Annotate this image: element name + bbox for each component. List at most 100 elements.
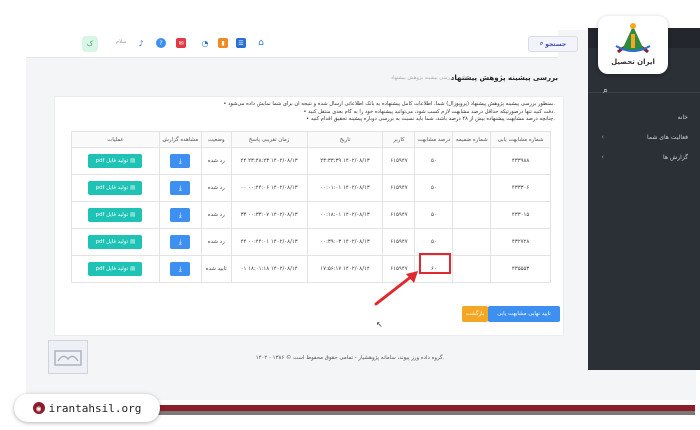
cell-percent: ۵۰ [414, 201, 454, 229]
cell-status: رد شده [200, 147, 232, 175]
generate-pdf-button[interactable]: ▤ تولید فایل pdf [88, 235, 143, 249]
note-item: • دقت کنید تنها درصورتیکه حداقل درصد مشا… [303, 108, 555, 115]
website-url: irantahsil.org [48, 401, 142, 415]
cell-attach [452, 147, 492, 175]
table-row: ۴۳۳۰۱۵ ۵۰ ۶۱۵۹۴۷ ۱۴۰۲/۰۸/۱۳ ۰۰:۱۸:۰۱ ۱۴۰… [71, 201, 551, 229]
globe-icon: ◉ [32, 402, 45, 414]
note-item: • بمنظور بررسی پیشینه پژوهش پیشنهاد (پرو… [223, 101, 555, 107]
cell-user: ۶۱۵۹۴۷ [382, 147, 416, 175]
pdf-button-label: تولید فایل pdf [95, 239, 129, 245]
download-icon[interactable]: ⤓ [170, 208, 191, 222]
website-badge[interactable]: ◉ irantahsil.org [14, 394, 160, 422]
generate-pdf-button[interactable]: ▤ تولید فایل pdf [88, 208, 143, 222]
cell-date: ۱۴۰۲/۰۸/۱۳ ۰۰:۰۱:۰۱ [306, 174, 384, 202]
file-icon: ▤ [130, 266, 136, 272]
cell-status: رد شده [200, 201, 232, 229]
cell-response: ۱۴۰۲/۰۸/۱۳ ۰۰:۴۴:۰۶ ۰۰ [230, 174, 308, 202]
cell-attach [452, 174, 492, 202]
bell-icon[interactable]: ♪ [136, 38, 146, 48]
cell-view: ⤓ [158, 228, 202, 256]
red-arrow [374, 271, 418, 306]
sidebar-item-reports[interactable]: گزارش ها [663, 154, 688, 161]
cell-user: ۶۱۵۹۴۷ [382, 201, 416, 229]
search-label: جستجو [545, 40, 567, 48]
cell-date: ۱۴۰۲/۰۸/۱۳ ۰۰:۳۹:۰۳ [306, 228, 384, 256]
help-icon[interactable]: ? [156, 38, 166, 48]
sidebar-item-home[interactable]: خانه [678, 114, 688, 121]
generate-pdf-button[interactable]: ▤ تولید فایل pdf [88, 262, 143, 276]
cell-attach [452, 255, 492, 283]
final-approve-button[interactable]: تایید نهایی مشابهت یابی [488, 306, 560, 322]
brand-logo-card: ایران تحصیل [598, 16, 668, 74]
table-row: ۴۳۵۵۵۳ ۶۰ ۶۱۵۹۴۷ ۱۴۰۲/۰۸/۱۴ ۱۷:۵۶:۱۷ ۱۴۰… [71, 255, 551, 283]
chevron-left-icon: ‹ [601, 133, 604, 141]
pdf-button-label: تولید فایل pdf [95, 266, 129, 272]
search-icon: ⌕ [539, 40, 544, 47]
sidebar [588, 28, 700, 370]
generate-pdf-button[interactable]: ▤ تولید فایل pdf [88, 181, 143, 195]
title-bar: بررسی پیشینه پژوهش پیشنهاد خانه › بررسی … [54, 72, 558, 86]
cell-id: ۴۳۲۷۲۸ [490, 228, 551, 256]
cell-status: رد شده [200, 228, 232, 256]
cell-date: ۱۴۰۲/۰۸/۱۳ ۰۰:۱۸:۰۱ [306, 201, 384, 229]
footer-copyright: ۱۴۰۲ - ۱۳۸۶ © گروه داده ورز پیوند، سامان… [255, 355, 445, 361]
mail-icon[interactable]: ✉ [176, 38, 186, 48]
cell-view: ⤓ [158, 201, 202, 229]
frame-left [0, 0, 24, 430]
cell-actions: ▤ تولید فایل pdf [71, 174, 160, 202]
cell-actions: ▤ تولید فایل pdf [71, 228, 160, 256]
sidebar-item-activities[interactable]: فعالیت های شما [647, 134, 688, 141]
search-button[interactable]: ⌕ جستجو [528, 36, 578, 52]
home-icon[interactable]: ⌂ [256, 38, 266, 48]
file-icon: ▤ [130, 158, 136, 164]
results-table: شماره مشابهت یابی شماره ضمیمه درصد مشابه… [71, 131, 551, 283]
cell-view: ⤓ [158, 174, 202, 202]
sidebar-search-icon[interactable]: ⌕ [603, 86, 608, 96]
cell-response: ۱۴۰۲/۰۸/۱۳ ۲۳:۴۸:۲۳ ۴۴ [230, 147, 308, 175]
generate-pdf-button[interactable]: ▤ تولید فایل pdf [88, 154, 143, 168]
pdf-button-label: تولید فایل pdf [95, 212, 129, 218]
back-button[interactable]: بازگشت [462, 306, 488, 322]
download-icon[interactable]: ⤓ [170, 235, 191, 249]
col-header: درصد مشابهت [414, 131, 454, 148]
chevron-left-icon: ‹ [601, 153, 604, 161]
cell-actions: ▤ تولید فایل pdf [71, 147, 160, 175]
table-row: ۴۳۳۹۸۸ ۵۰ ۶۱۵۹۴۷ ۱۴۰۲/۰۸/۱۳ ۲۳:۳۳:۳۹ ۱۴۰… [71, 147, 551, 175]
cell-percent: ۵۰ [414, 228, 454, 256]
watermark-icon [54, 350, 82, 366]
download-icon[interactable]: ⤓ [170, 181, 191, 195]
cell-response: ۱۴۰۲/۰۸/۱۴ ۱۸:۰۱:۱۸ ۰۱ [230, 255, 308, 283]
download-icon[interactable]: ⤓ [170, 262, 191, 276]
cell-response: ۱۴۰۲/۰۸/۱۳ ۰۰:۳۳:۰۷ ۳۳ [230, 201, 308, 229]
cell-view: ⤓ [158, 255, 202, 283]
file-icon: ▤ [130, 212, 136, 218]
gray-stripe [150, 411, 695, 415]
bookmark-icon[interactable]: ▮ [218, 38, 228, 48]
brand-logo-icon [615, 23, 651, 54]
list-icon[interactable]: ☰ [236, 38, 246, 48]
col-header: عملیات [71, 131, 160, 148]
pdf-button-label: تولید فایل pdf [95, 185, 129, 191]
table-row: ۴۳۲۷۲۸ ۵۰ ۶۱۵۹۴۷ ۱۴۰۲/۰۸/۱۳ ۰۰:۳۹:۰۳ ۱۴۰… [71, 228, 551, 256]
top-header: ⌕ جستجو ⌂ ☰ ▮ ◔ ✉ ? ♪ سلام ک [26, 30, 578, 58]
watermark-logo [48, 340, 88, 374]
cell-user: ۶۱۵۹۴۷ [382, 174, 416, 202]
frame-top [0, 0, 700, 22]
notes-list: • بمنظور بررسی پیشینه پژوهش پیشنهاد (پرو… [65, 101, 555, 124]
cell-date: ۱۴۰۲/۰۸/۱۳ ۲۳:۳۳:۳۹ [306, 147, 384, 175]
headset-icon[interactable]: ◔ [200, 38, 210, 48]
cell-view: ⤓ [158, 147, 202, 175]
col-header: کاربر [382, 131, 416, 148]
breadcrumb[interactable]: خانه › بررسی پیشینه پژوهش پیشنهاد [391, 75, 468, 81]
cell-id: ۴۳۵۵۵۳ [490, 255, 551, 283]
cell-status: رد شده [200, 174, 232, 202]
user-greeting: سلام [116, 39, 127, 45]
content-card: • بمنظور بررسی پیشینه پژوهش پیشنهاد (پرو… [54, 96, 564, 336]
cell-user: ۶۱۵۹۴۷ [382, 228, 416, 256]
cell-percent: ۵۰ [414, 174, 454, 202]
col-header: شماره ضمیمه [452, 131, 492, 148]
cell-actions: ▤ تولید فایل pdf [71, 255, 160, 283]
download-icon[interactable]: ⤓ [170, 154, 191, 168]
avatar[interactable]: ک [82, 36, 98, 52]
file-icon: ▤ [130, 239, 136, 245]
